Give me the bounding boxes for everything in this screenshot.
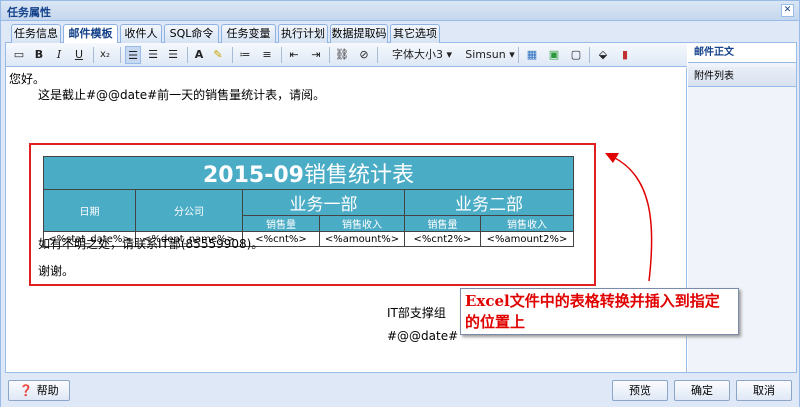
font-size-select[interactable]: 字体大小3 ▾ bbox=[382, 46, 462, 64]
numbered-list-icon[interactable]: ≡ bbox=[259, 46, 275, 64]
ok-button[interactable]: 确定 bbox=[674, 380, 730, 401]
col-header-date: 日期 bbox=[43, 189, 136, 232]
tab-task-variables[interactable]: 任务变量 bbox=[221, 24, 276, 43]
cancel-button[interactable]: 取消 bbox=[736, 380, 792, 401]
tab-other-options[interactable]: 其它选项 bbox=[390, 24, 440, 43]
help-icon: ❓ bbox=[19, 384, 34, 397]
bold-button[interactable]: B bbox=[32, 46, 46, 64]
report-title-text: 销售统计表 bbox=[303, 163, 414, 188]
contact-text: 如有不明之处，请联系IT部(85559908)。 bbox=[38, 237, 264, 251]
tab-schedule[interactable]: 执行计划 bbox=[278, 24, 328, 43]
insert-table-icon[interactable]: ▦ bbox=[524, 46, 540, 64]
tab-mail-template[interactable]: 邮件模板 bbox=[63, 24, 118, 44]
footer-bar: ❓ 帮助 预览 确定 取消 bbox=[1, 374, 799, 407]
close-icon[interactable]: ✕ bbox=[781, 4, 794, 17]
callout-text: Excel文件中的表格转换并插入到指定的位置上 bbox=[465, 292, 720, 331]
excel-icon[interactable]: ▣ bbox=[546, 46, 562, 64]
help-button[interactable]: ❓ 帮助 bbox=[8, 380, 70, 401]
underline-button[interactable]: U bbox=[72, 46, 86, 64]
preview-button[interactable]: 预览 bbox=[612, 380, 668, 401]
toolbar-separator bbox=[281, 47, 282, 63]
toolbar-separator bbox=[589, 47, 590, 63]
date-placeholder-text: #@@date# bbox=[387, 329, 459, 343]
tab-task-info[interactable]: 任务信息 bbox=[11, 24, 61, 43]
toolbar-separator bbox=[329, 47, 330, 63]
title-bar: 任务属性 ✕ bbox=[1, 1, 799, 21]
subheader-qty-1: 销售量 bbox=[242, 215, 320, 232]
subheader-income-1: 销售收入 bbox=[319, 215, 405, 232]
help-label: 帮助 bbox=[36, 384, 59, 397]
cell-amount2: <%amount2%> bbox=[480, 231, 574, 247]
chart-icon[interactable]: ▮ bbox=[617, 46, 633, 64]
tab-attachments[interactable]: 附件列表 bbox=[688, 67, 796, 87]
toolbar-separator bbox=[120, 47, 121, 63]
outdent-icon[interactable]: ⇤ bbox=[286, 46, 302, 64]
link-icon[interactable]: ⛓ bbox=[334, 46, 350, 64]
signature-text: IT部支撑组 bbox=[387, 306, 446, 320]
subheader-income-2: 销售收入 bbox=[480, 215, 574, 232]
variable-icon[interactable]: ⬙ bbox=[595, 46, 611, 64]
align-center-icon[interactable]: ☰ bbox=[145, 46, 161, 64]
report-title: 2015-09销售统计表 bbox=[43, 156, 574, 190]
subheader-qty-2: 销售量 bbox=[404, 215, 481, 232]
toolbar-separator bbox=[187, 47, 188, 63]
thanks-text: 谢谢。 bbox=[38, 264, 75, 278]
highlight-icon[interactable]: ✎ bbox=[211, 46, 225, 64]
align-right-icon[interactable]: ☰ bbox=[165, 46, 181, 64]
sales-report-table: 2015-09销售统计表 日期 分公司 业务一部 业务二部 销售量 销售收入 销… bbox=[43, 156, 574, 247]
group-header-dept2: 业务二部 bbox=[404, 189, 574, 216]
tab-mail-body[interactable]: 邮件正文 bbox=[688, 43, 796, 63]
subscript-icon[interactable]: x₂ bbox=[98, 46, 112, 64]
tab-extract-code[interactable]: 数据提取码 bbox=[330, 24, 388, 43]
insert-image-icon[interactable]: ▢ bbox=[568, 46, 584, 64]
unlink-icon[interactable]: ⊘ bbox=[356, 46, 372, 64]
window-title: 任务属性 bbox=[7, 6, 51, 19]
editor-toolbar: ▭ B I U x₂ ☰ ☰ ☰ A ✎ ≔ ≡ ⇤ ⇥ ⛓ ⊘ 字体大小3 ▾… bbox=[6, 43, 687, 67]
font-family-value: Simsun bbox=[465, 48, 506, 61]
tab-recipients[interactable]: 收件人 bbox=[120, 24, 162, 43]
toolbar-separator bbox=[518, 47, 519, 63]
col-header-dept: 分公司 bbox=[135, 189, 243, 232]
bullet-list-icon[interactable]: ≔ bbox=[237, 46, 253, 64]
greeting-text: 您好。 bbox=[9, 72, 46, 86]
indent-icon[interactable]: ⇥ bbox=[308, 46, 324, 64]
annotation-callout: Excel文件中的表格转换并插入到指定的位置上 bbox=[460, 288, 739, 335]
source-icon[interactable]: ▭ bbox=[12, 46, 26, 64]
tab-sql-command[interactable]: SQL命令 bbox=[164, 24, 219, 43]
italic-button[interactable]: I bbox=[52, 46, 66, 64]
task-properties-dialog: 任务属性 ✕ 任务信息 邮件模板 收件人 SQL命令 任务变量 执行计划 数据提… bbox=[0, 0, 800, 407]
font-family-select[interactable]: Simsun ▾ bbox=[465, 46, 515, 64]
align-left-icon[interactable]: ☰ bbox=[125, 46, 141, 64]
font-color-icon[interactable]: A bbox=[192, 46, 206, 64]
font-size-value: 字体大小3 bbox=[391, 48, 443, 61]
toolbar-separator bbox=[377, 47, 378, 63]
cell-cnt2: <%cnt2%> bbox=[404, 231, 481, 247]
cell-amount: <%amount%> bbox=[319, 231, 405, 247]
toolbar-separator bbox=[93, 47, 94, 63]
intro-text: 这是截止#@@date#前一天的销售量统计表，请阅。 bbox=[38, 88, 326, 102]
tab-strip: 任务信息 邮件模板 收件人 SQL命令 任务变量 执行计划 数据提取码 其它选项 bbox=[5, 23, 797, 44]
toolbar-separator bbox=[232, 47, 233, 63]
report-title-period: 2015-09 bbox=[203, 163, 304, 188]
group-header-dept1: 业务一部 bbox=[242, 189, 405, 216]
